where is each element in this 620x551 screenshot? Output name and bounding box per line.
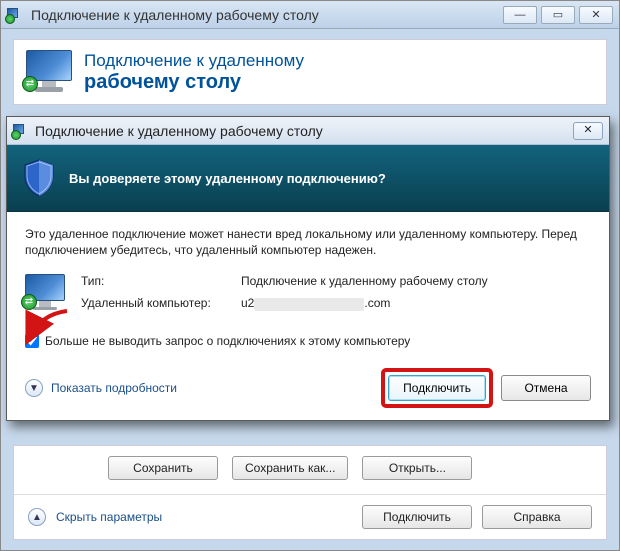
bg-bottom-panel: Сохранить Сохранить как... Открыть... ▲ … xyxy=(13,445,607,540)
shield-icon xyxy=(23,159,55,197)
connection-details: Тип: Подключение к удаленному рабочему с… xyxy=(81,274,488,310)
bg-help-button[interactable]: Справка xyxy=(482,505,592,529)
minimize-button[interactable]: — xyxy=(503,6,537,24)
modal-close-button[interactable]: ✕ xyxy=(573,122,603,140)
connect-button[interactable]: Подключить xyxy=(388,375,486,401)
bg-titlebar[interactable]: Подключение к удаленному рабочему столу … xyxy=(1,1,619,29)
warning-text: Это удаленное подключение может нанести … xyxy=(25,226,591,258)
cancel-button[interactable]: Отмена xyxy=(501,375,591,401)
rdp-app-icon xyxy=(7,8,21,22)
bg-window-title: Подключение к удаленному рабочему столу xyxy=(25,7,499,23)
modal-titlebar[interactable]: Подключение к удаленному рабочему столу … xyxy=(7,117,609,145)
trust-question: Вы доверяете этому удаленному подключени… xyxy=(69,171,386,186)
dont-ask-checkbox[interactable] xyxy=(25,334,39,348)
close-button[interactable]: ✕ xyxy=(579,6,613,24)
save-as-button[interactable]: Сохранить как... xyxy=(232,456,348,480)
rdp-app-icon xyxy=(13,124,27,138)
modal-title-text: Подключение к удаленному рабочему столу xyxy=(31,123,573,139)
maximize-button[interactable]: ▭ xyxy=(541,6,575,24)
bg-header-panel: ⇄ Подключение к удаленному рабочему стол… xyxy=(13,39,607,105)
bg-header-line2: рабочему столу xyxy=(84,71,304,94)
open-button[interactable]: Открыть... xyxy=(362,456,472,480)
monitor-icon: ⇄ xyxy=(25,274,65,312)
trust-dialog: Подключение к удаленному рабочему столу … xyxy=(6,116,610,421)
computer-label: Удаленный компьютер: xyxy=(81,296,241,310)
expand-details-icon[interactable]: ▼ xyxy=(25,379,43,397)
computer-value: u2.com xyxy=(241,296,488,310)
monitor-icon: ⇄ xyxy=(26,50,72,94)
type-label: Тип: xyxy=(81,274,241,288)
dont-ask-row[interactable]: Больше не выводить запрос о подключениях… xyxy=(25,334,591,348)
bg-connect-button[interactable]: Подключить xyxy=(362,505,472,529)
modal-question-band: Вы доверяете этому удаленному подключени… xyxy=(7,145,609,212)
censored-host xyxy=(254,298,364,311)
show-details-label[interactable]: Показать подробности xyxy=(51,381,177,395)
red-highlight-annotation: Подключить xyxy=(381,368,493,408)
save-button[interactable]: Сохранить xyxy=(108,456,218,480)
type-value: Подключение к удаленному рабочему столу xyxy=(241,274,488,288)
dont-ask-label: Больше не выводить запрос о подключениях… xyxy=(45,334,410,348)
collapse-icon[interactable]: ▲ xyxy=(28,508,46,526)
collapse-label[interactable]: Скрыть параметры xyxy=(56,510,162,524)
bg-header-line1: Подключение к удаленному xyxy=(84,51,304,71)
